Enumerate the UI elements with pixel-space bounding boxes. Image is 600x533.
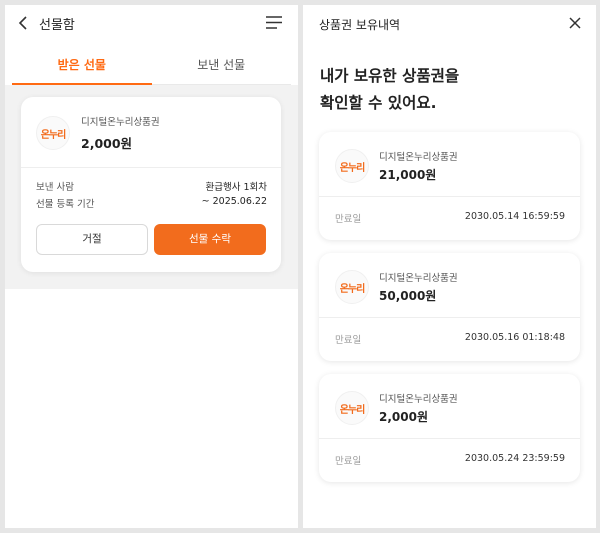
- voucher-amount: 2,000원: [379, 410, 428, 424]
- chevron-left-icon[interactable]: [17, 16, 29, 30]
- voucher-card[interactable]: 온누리 디지털온누리상품권 2,000원 만료일 2030.05.24 23:5…: [319, 374, 580, 482]
- close-icon[interactable]: [569, 17, 581, 29]
- voucher-name: 디지털온누리상품권: [379, 394, 458, 405]
- gift-card: 온누리 디지털온누리상품권 2,000원 보낸 사람 환급행사 1회차 선물 등…: [21, 97, 281, 272]
- voucher-amount: 21,000원: [379, 168, 437, 182]
- onnuri-logo: 온누리: [335, 391, 369, 425]
- page-title: 상품권 보유내역: [319, 18, 401, 32]
- expiry-date: 2030.05.14 16:59:59: [464, 211, 565, 222]
- heading-line-2: 확인할 수 있어요.: [320, 94, 437, 112]
- voucher-name: 디지털온누리상품권: [81, 117, 160, 128]
- onnuri-logo: 온누리: [36, 116, 70, 150]
- decline-button[interactable]: 거절: [36, 224, 148, 255]
- registration-period-label: 선물 등록 기간: [36, 199, 95, 210]
- voucher-card[interactable]: 온누리 디지털온누리상품권 50,000원 만료일 2030.05.16 01:…: [319, 253, 580, 361]
- divider: [319, 438, 580, 439]
- divider: [319, 317, 580, 318]
- expiry-label: 만료일: [335, 456, 362, 467]
- gift-box-panel: 선물함 받은 선물 보낸 선물 온누리 디지털온누리상품권 2,000원 보낸 …: [5, 5, 298, 528]
- accept-gift-button[interactable]: 선물 수락: [154, 224, 266, 255]
- sender-value: 환급행사 1회차: [205, 182, 267, 193]
- expiry-label: 만료일: [335, 335, 362, 346]
- onnuri-logo: 온누리: [335, 270, 369, 304]
- onnuri-logo: 온누리: [335, 149, 369, 183]
- expiry-date: 2030.05.24 23:59:59: [464, 453, 565, 464]
- voucher-amount: 50,000원: [379, 289, 437, 303]
- voucher-card[interactable]: 온누리 디지털온누리상품권 21,000원 만료일 2030.05.14 16:…: [319, 132, 580, 240]
- expiry-date: 2030.05.16 01:18:48: [464, 332, 565, 343]
- divider: [21, 167, 281, 168]
- sender-label: 보낸 사람: [36, 182, 74, 193]
- expiry-label: 만료일: [335, 214, 362, 225]
- voucher-history-panel: 상품권 보유내역 내가 보유한 상품권을 확인할 수 있어요. 온누리 디지털온…: [303, 5, 596, 528]
- tab-sent-gifts[interactable]: 보낸 선물: [151, 49, 291, 85]
- divider: [319, 196, 580, 197]
- tab-received-gifts[interactable]: 받은 선물: [12, 49, 152, 85]
- voucher-name: 디지털온누리상품권: [379, 152, 458, 163]
- gift-tabs: 받은 선물 보낸 선물: [12, 49, 291, 85]
- gift-box-header: 선물함: [5, 5, 298, 41]
- hamburger-menu-icon[interactable]: [266, 16, 282, 29]
- voucher-amount: 2,000원: [81, 136, 133, 151]
- heading-line-1: 내가 보유한 상품권을: [320, 67, 460, 85]
- heading: 내가 보유한 상품권을 확인할 수 있어요.: [320, 63, 459, 117]
- voucher-name: 디지털온누리상품권: [379, 273, 458, 284]
- registration-period-value: ~ 2025.06.22: [201, 196, 267, 207]
- page-title: 선물함: [39, 18, 75, 33]
